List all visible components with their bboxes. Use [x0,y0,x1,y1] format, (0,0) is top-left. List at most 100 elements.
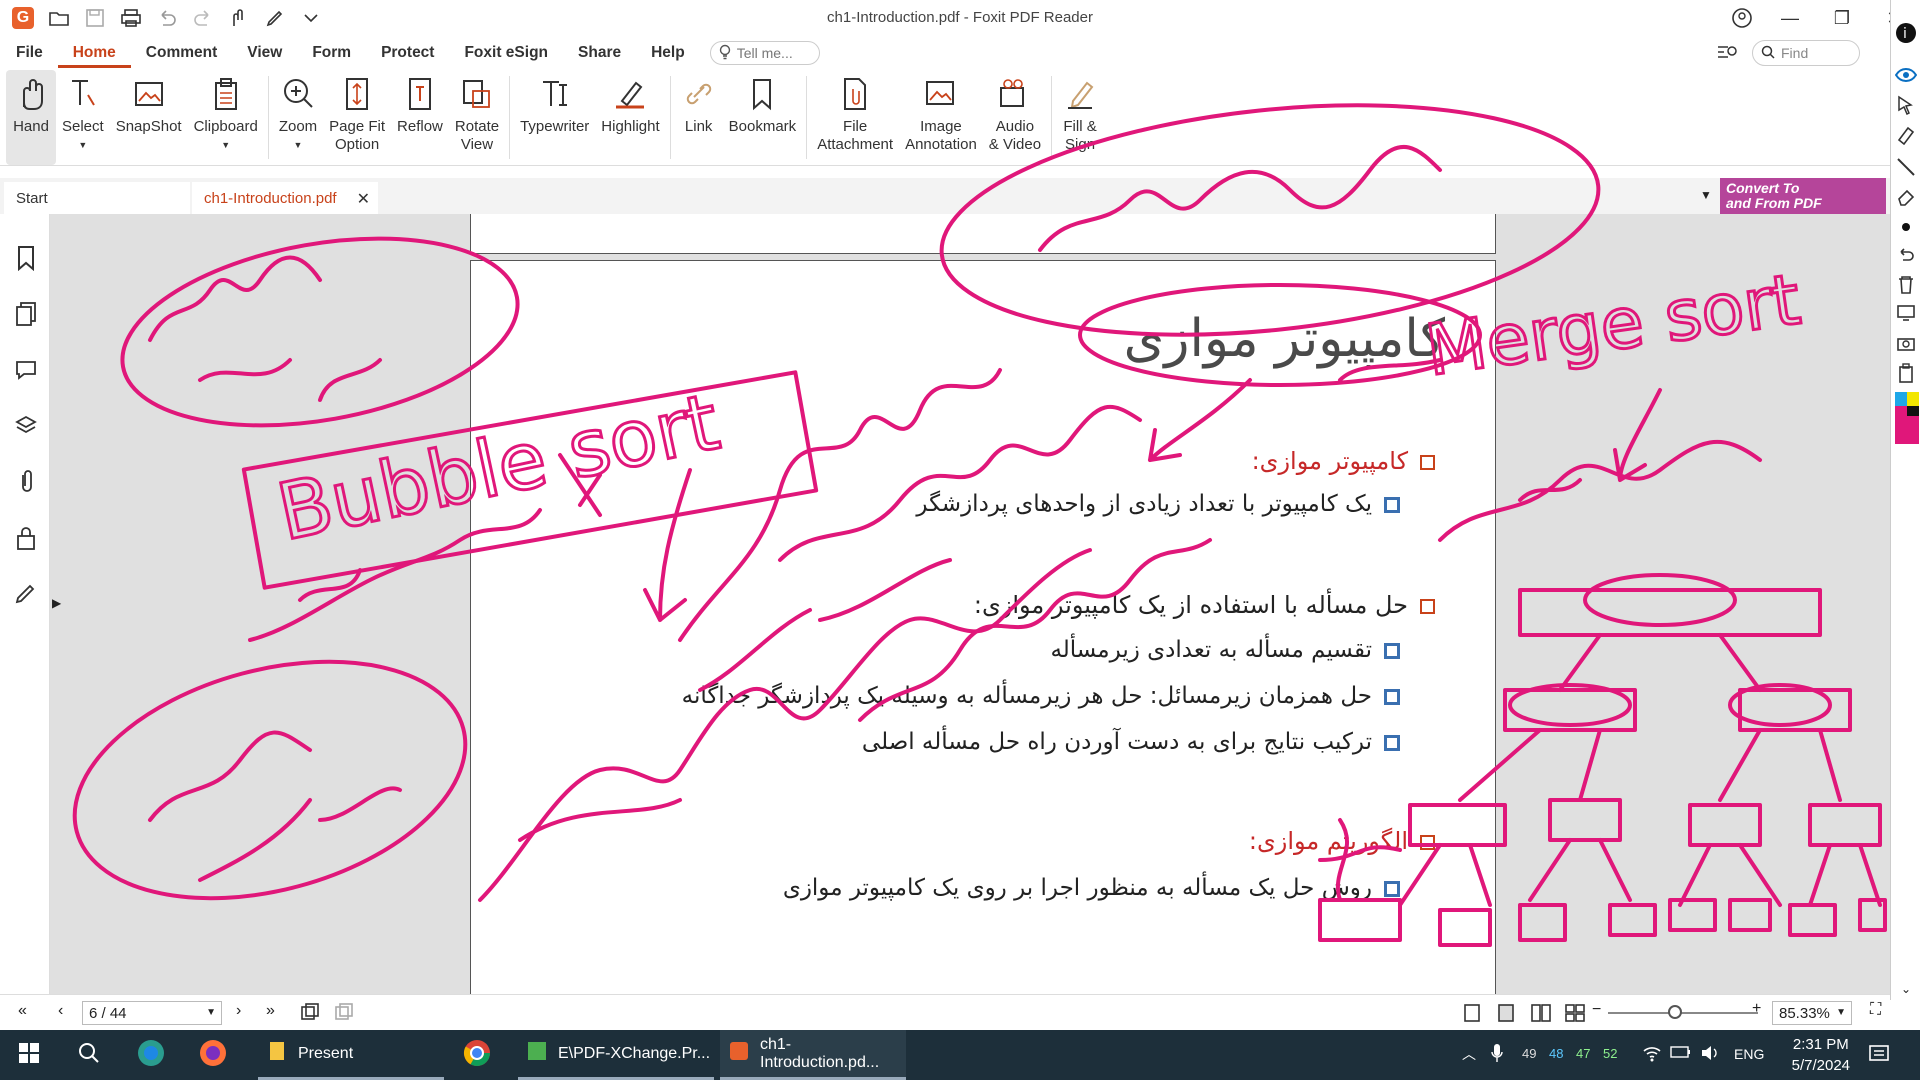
pages-panel-icon[interactable] [12,300,40,328]
taskbar-pdf-xchange-window[interactable]: E\PDF-XChange.Pr... [518,1030,714,1080]
close-tab-icon[interactable]: ✕ [357,189,370,209]
menu-file[interactable]: File [0,38,58,68]
pointer-icon[interactable] [1895,94,1917,116]
select-tool-button[interactable]: Select ▼ [56,70,110,165]
search-options-icon[interactable] [1716,43,1742,64]
file-attachment-button[interactable]: File Attachment [811,70,899,165]
expand-panel-chevron-icon[interactable]: ▶ [52,596,61,610]
taskbar-edge[interactable] [136,1030,166,1080]
tab-list-chevron-icon[interactable]: ▼ [1700,188,1712,202]
account-icon[interactable] [1720,0,1764,36]
battery-icon[interactable] [1670,1045,1692,1062]
volume-icon[interactable] [1700,1044,1720,1065]
save-icon[interactable] [82,5,108,31]
hand-tool-button[interactable]: Hand [6,70,56,165]
audio-video-button[interactable]: Audio & Video [983,70,1047,165]
clipboard-tool-icon[interactable] [1895,362,1917,384]
typewriter-button[interactable]: Typewriter [514,70,595,165]
zoom-button[interactable]: Zoom ▼ [273,70,323,165]
comments-panel-icon[interactable] [12,356,40,384]
camera-icon[interactable] [1895,332,1917,354]
highlight-button[interactable]: Highlight [595,70,665,165]
bookmark-button[interactable]: Bookmark [723,70,803,165]
menu-foxit-esign[interactable]: Foxit eSign [449,38,563,68]
continuous-page-icon[interactable] [1496,1003,1516,1026]
next-view-icon[interactable] [334,1003,354,1024]
previous-view-icon[interactable] [300,1003,320,1024]
menu-help[interactable]: Help [636,38,700,68]
zoom-level-input[interactable]: 85.33% ▼ [1772,1001,1852,1025]
menu-comment[interactable]: Comment [131,38,232,68]
page-dropdown-chevron-icon[interactable]: ▼ [206,1007,216,1018]
facing-page-icon[interactable] [1530,1003,1552,1026]
tab-ch1-introduction[interactable]: ch1-Introduction.pdf ✕ [192,182,378,214]
eraser-icon[interactable] [1895,186,1917,208]
snapshot-button[interactable]: SnapShot [110,70,188,165]
start-button[interactable] [18,1030,40,1080]
menu-share[interactable]: Share [563,38,636,68]
layers-panel-icon[interactable] [12,412,40,440]
pdf-page[interactable]: کامپیوتر موازی کامپیوتر موازی: یک کامپیو… [470,260,1496,1000]
tab-start[interactable]: Start [4,182,190,214]
taskbar-firefox[interactable] [198,1030,228,1080]
line-tool-icon[interactable] [1895,156,1917,178]
taskbar-chrome[interactable] [462,1030,492,1080]
dot-icon[interactable] [1895,216,1917,238]
wifi-icon[interactable] [1642,1044,1662,1065]
customize-chevron-icon[interactable] [298,5,324,31]
menu-form[interactable]: Form [297,38,366,68]
zoom-out-icon[interactable]: − [1592,1001,1601,1019]
print-icon[interactable] [118,5,144,31]
redo-icon[interactable] [190,5,216,31]
zoom-dropdown-chevron-icon[interactable]: ▼ [1836,1007,1846,1018]
monitor-icon[interactable] [1895,302,1917,324]
bookmark-panel-icon[interactable] [12,244,40,272]
tray-overflow-icon[interactable]: ︿ [1462,1044,1476,1064]
first-page-icon[interactable]: « [18,1002,27,1020]
reflow-button[interactable]: Reflow [391,70,449,165]
info-icon[interactable]: i [1895,22,1917,44]
open-folder-icon[interactable] [46,5,72,31]
zoom-slider[interactable] [1608,1005,1758,1019]
hand-tool-quick-icon[interactable] [226,5,252,31]
undo-ink-icon[interactable] [1895,244,1917,266]
taskbar-foxit-window[interactable]: ch1-Introduction.pd... [720,1030,906,1080]
page-fit-option-button[interactable]: Page Fit Option [323,70,391,165]
taskbar-present-window[interactable]: Present [258,1030,444,1080]
trash-icon[interactable] [1895,274,1917,296]
menu-view[interactable]: View [232,38,297,68]
pen-icon[interactable] [262,5,288,31]
page-number-input[interactable]: 6 / 44 ▼ [82,1001,222,1025]
last-page-icon[interactable]: » [266,1002,275,1020]
attachments-panel-icon[interactable] [12,468,40,496]
notification-icon[interactable] [1868,1044,1890,1067]
zoom-in-icon[interactable]: + [1752,1000,1761,1018]
single-page-icon[interactable] [1462,1003,1482,1026]
clipboard-button[interactable]: Clipboard ▼ [188,70,264,165]
zoom-slider-knob[interactable] [1668,1005,1682,1019]
convert-to-pdf-banner[interactable]: Convert To and From PDF [1720,178,1886,214]
rotate-view-button[interactable]: Rotate View [449,70,505,165]
taskbar-search-button[interactable] [78,1030,100,1080]
strip-scroll-down-icon[interactable]: ⌄ [1895,978,1917,1000]
language-indicator[interactable]: ENG [1734,1046,1764,1062]
signature-panel-icon[interactable] [12,580,40,608]
highlighter-tool-icon[interactable] [1895,124,1917,146]
continuous-facing-icon[interactable] [1564,1003,1586,1026]
eye-icon[interactable] [1895,64,1917,86]
minimize-button[interactable]: — [1764,0,1816,36]
undo-icon[interactable] [154,5,180,31]
image-annotation-button[interactable]: Image Annotation [899,70,983,165]
fill-sign-button[interactable]: Fill & Sign [1056,70,1104,165]
color-palette-swatches[interactable] [1895,392,1919,450]
security-panel-icon[interactable] [12,524,40,552]
fullscreen-icon[interactable]: ⛶ [1870,1001,1881,1019]
menu-home[interactable]: Home [57,38,131,68]
menu-protect[interactable]: Protect [366,38,449,68]
microphone-icon[interactable] [1490,1042,1504,1067]
restore-button[interactable]: ❐ [1816,0,1868,36]
link-button[interactable]: Link [675,70,723,165]
previous-page-icon[interactable]: ‹ [58,1002,63,1020]
next-page-icon[interactable]: › [236,1002,241,1020]
find-input[interactable]: Find [1752,40,1860,66]
